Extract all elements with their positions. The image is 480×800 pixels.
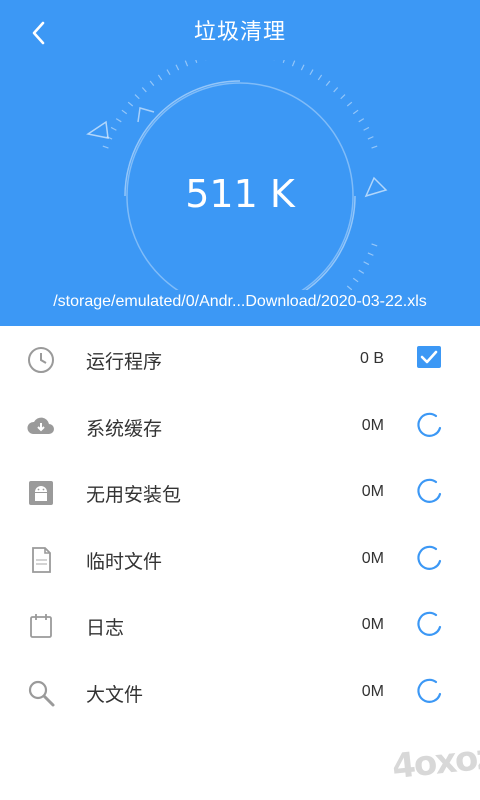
item-label: 日志 [86,617,125,639]
loading-spinner-icon [417,545,442,570]
list-item-logs[interactable]: 日志 0M [0,592,480,659]
junk-size: 511 K [185,172,295,216]
item-label: 系统缓存 [86,417,163,440]
item-value: 0M [361,682,384,700]
cloud-download-icon [27,417,54,434]
list-item-large-files[interactable]: 大文件 0M [0,659,480,726]
loading-spinner-icon [417,611,442,636]
list-item-system-cache[interactable]: 系统缓存 0M [0,393,480,460]
file-icon [32,546,51,573]
android-icon [29,481,53,505]
checkbox-checked-icon[interactable] [414,342,444,372]
loading-spinner-icon [417,678,442,703]
item-value: 0M [361,483,384,500]
item-label: 临时文件 [86,550,163,573]
calendar-icon [30,614,52,638]
loading-spinner-icon [417,478,442,503]
item-label: 运行程序 [86,351,163,373]
junk-list: 运行程序 0 B 系统缓存 0M 无用安装包 0M 临时文件 0M 日志 0M … [0,326,480,725]
item-value: 0 B [359,350,384,367]
watermark-logo: 4oxoz [390,736,480,788]
list-item-useless-apks[interactable]: 无用安装包 0M [0,459,480,526]
item-value: 0M [361,416,384,434]
list-item-running-programs[interactable]: 运行程序 0 B [0,326,480,393]
search-icon [28,680,55,706]
list-item-temp-files[interactable]: 临时文件 0M [0,526,480,593]
scan-path: /storage/emulated/0/Andr...Download/2020… [53,293,427,310]
clock-icon [28,347,54,373]
header: 垃圾清理 511 K /storage/emulated/0/Andr...Do… [0,0,480,326]
item-value: 0M [361,616,384,633]
loading-spinner-icon [417,412,442,437]
item-label: 无用安装包 [86,484,182,506]
page-title: 垃圾清理 [193,20,286,45]
item-label: 大文件 [86,683,144,706]
item-value: 0M [361,549,384,567]
